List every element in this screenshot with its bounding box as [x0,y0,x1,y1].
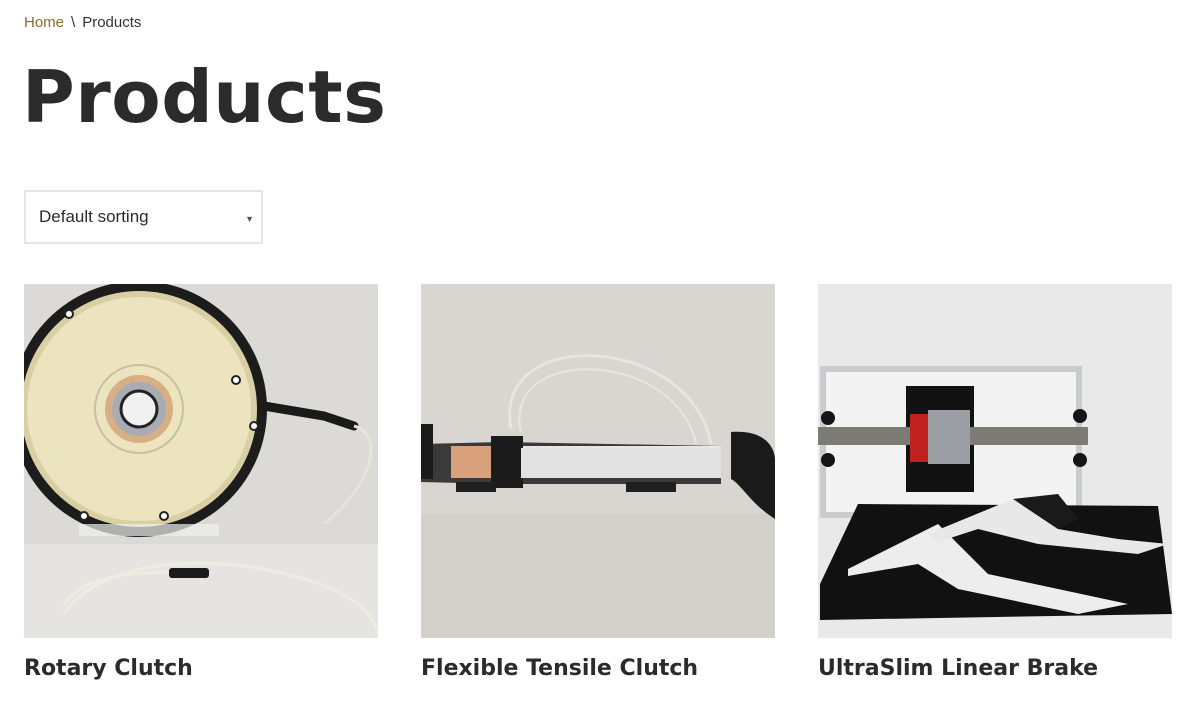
flexible-tensile-clutch-photo [421,284,775,638]
chevron-down-icon: ▼ [245,214,254,224]
sort-dropdown-value: Default sorting [39,207,149,226]
product-title[interactable]: Rotary Clutch [24,654,378,684]
product-card-rotary-clutch: Rotary Clutch [24,284,378,684]
product-image-link[interactable] [818,284,1172,638]
product-title[interactable]: Flexible Tensile Clutch [421,654,775,684]
page-title: Products [22,55,387,139]
sort-dropdown[interactable]: Default sorting ▼ [24,190,263,244]
product-card-flexible-tensile-clutch: Flexible Tensile Clutch [421,284,775,684]
product-card-ultraslim-linear-brake: UltraSlim Linear Brake [818,284,1172,684]
ultraslim-linear-brake-photo [818,284,1172,638]
product-image-link[interactable] [421,284,775,638]
breadcrumb-current: Products [82,14,142,31]
breadcrumb-separator: \ [71,14,76,31]
rotary-clutch-photo [24,284,378,638]
product-image-link[interactable] [24,284,378,638]
product-title[interactable]: UltraSlim Linear Brake [818,654,1172,684]
breadcrumb: Home \ Products [24,13,141,33]
breadcrumb-home-link[interactable]: Home [24,14,64,31]
